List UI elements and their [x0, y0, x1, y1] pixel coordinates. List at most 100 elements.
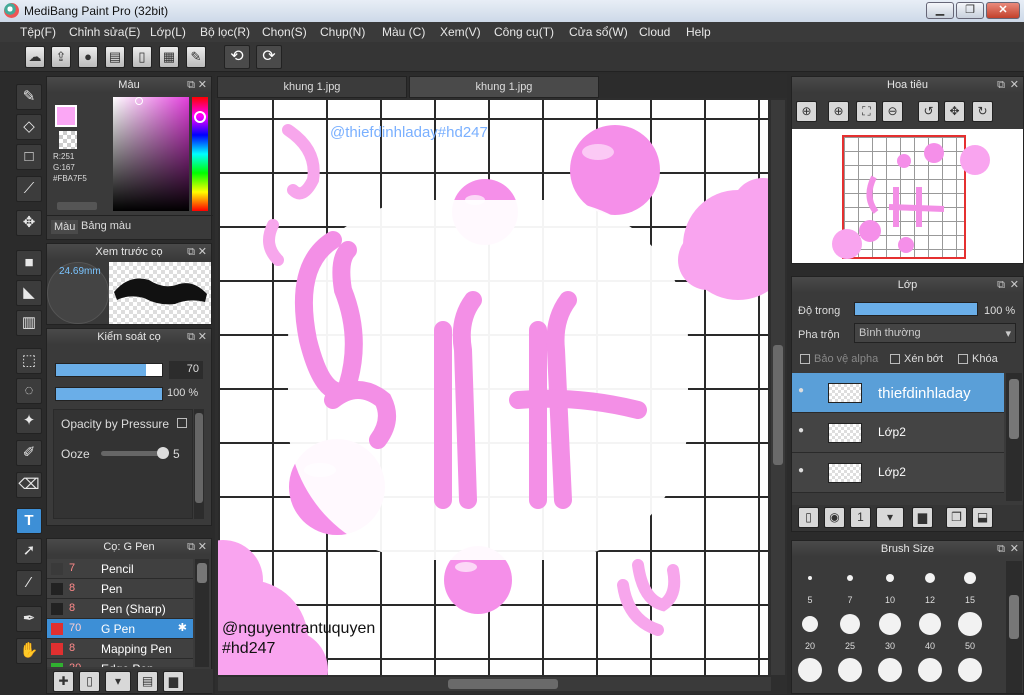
canvas-horizontal-scrollbar[interactable]	[218, 677, 771, 691]
brush-tool-icon[interactable]: ✎	[16, 84, 42, 110]
brush-menu-icon[interactable]: ▾	[105, 671, 131, 692]
brush-size-option[interactable]	[878, 658, 902, 682]
eraser-tool-icon[interactable]: ◇	[16, 114, 42, 140]
comment-icon[interactable]: ●	[78, 46, 98, 68]
pen-tool-icon[interactable]: ⟋	[16, 176, 42, 202]
brush-item[interactable]: 8 Mapping Pen	[47, 639, 193, 659]
lasso-icon[interactable]: ◌	[16, 378, 42, 404]
close-button[interactable]: ✕	[986, 2, 1020, 19]
undock-icon[interactable]: ⧉	[187, 539, 195, 555]
undock-icon[interactable]: ⧉	[187, 329, 195, 345]
brush-item[interactable]: 8 Pen	[47, 579, 193, 599]
close-icon[interactable]: ✕	[1010, 541, 1019, 557]
brush-size-option[interactable]	[964, 572, 976, 584]
merge-layer-icon[interactable]: ⬓	[972, 507, 993, 528]
foreground-color-swatch[interactable]	[55, 105, 77, 127]
brush-size-option[interactable]	[879, 613, 901, 635]
tab-khung-1-active[interactable]: khung 1.jpg	[409, 76, 599, 98]
menu-color[interactable]: Màu (C)	[382, 25, 425, 39]
fit-icon[interactable]: ⛶	[856, 101, 877, 122]
brush-size-option[interactable]	[958, 658, 982, 682]
brush-size-option[interactable]	[808, 576, 812, 580]
message-icon[interactable]: ▤	[105, 46, 125, 68]
new-layer-icon[interactable]: ▯	[798, 507, 819, 528]
menu-tools[interactable]: Công cụ(T)	[494, 25, 554, 39]
zoom-in-alt-icon[interactable]: ⊕	[828, 101, 849, 122]
dot-tool-icon[interactable]: □	[16, 144, 42, 170]
add-brush-icon[interactable]: ✚	[53, 671, 74, 692]
close-icon[interactable]: ✕	[1010, 277, 1019, 293]
menu-filter[interactable]: Bộ lọc(R)	[200, 25, 250, 39]
folder-icon[interactable]: ▆	[912, 507, 933, 528]
layer-row[interactable]: ● thiefdinhladay	[792, 373, 1004, 413]
new-color-layer-icon[interactable]: ◉	[824, 507, 845, 528]
new-halftone-layer-icon[interactable]: 1	[850, 507, 871, 528]
menu-capture[interactable]: Chụp(N)	[320, 25, 365, 39]
brush-item[interactable]: 70 G Pen ✱	[47, 619, 193, 639]
maximize-button[interactable]: ❐	[956, 2, 984, 19]
brush-size-option[interactable]	[919, 613, 941, 635]
undock-icon[interactable]: ⧉	[997, 277, 1005, 293]
reset-icon[interactable]: ✥	[944, 101, 965, 122]
ooze-slider[interactable]	[101, 447, 169, 459]
undock-icon[interactable]: ⧉	[187, 77, 195, 93]
menu-select[interactable]: Chọn(S)	[262, 25, 307, 39]
dropper-icon[interactable]: ✒	[16, 606, 42, 632]
fill-rect-tool-icon[interactable]: ■	[16, 250, 42, 276]
transparent-swatch[interactable]	[59, 131, 77, 149]
drawing-canvas[interactable]: @thiefdinhladay#hd247 @nguyentrantuquyen…	[218, 100, 768, 675]
opacity-slider[interactable]	[55, 387, 163, 401]
menu-cloud[interactable]: Cloud	[639, 25, 670, 39]
brush-size-option[interactable]	[847, 575, 853, 581]
layer-menu-icon[interactable]: ▾	[876, 507, 904, 528]
brush-size-option[interactable]	[802, 616, 818, 632]
protect-alpha-checkbox[interactable]	[800, 354, 810, 365]
close-icon[interactable]: ✕	[198, 329, 207, 345]
select-pen-icon[interactable]: ✐	[16, 440, 42, 466]
edit-icon[interactable]: ✎	[186, 46, 206, 68]
menu-view[interactable]: Xem(V)	[440, 25, 481, 39]
duplicate-layer-icon[interactable]: ❐	[946, 507, 967, 528]
close-icon[interactable]: ✕	[1010, 77, 1019, 93]
cloud-icon[interactable]: ☁	[25, 46, 45, 68]
rotate-right-icon[interactable]: ↻	[972, 101, 993, 122]
rotate-left-icon[interactable]: ↺	[918, 101, 939, 122]
hue-slider[interactable]	[192, 97, 208, 211]
brush-item[interactable]: 8 Pen (Sharp)	[47, 599, 193, 619]
redo-button[interactable]: ⟳	[256, 45, 282, 69]
page-icon[interactable]: ▯	[132, 46, 152, 68]
opacity-pressure-checkbox[interactable]	[177, 418, 187, 428]
tab-palette[interactable]: Bảng màu	[81, 220, 131, 232]
zoom-in-icon[interactable]: ⊕	[796, 101, 817, 122]
undo-button[interactable]: ⟲	[224, 45, 250, 69]
brush-size-option[interactable]	[840, 614, 860, 634]
brush-size-option[interactable]	[925, 573, 935, 583]
visibility-icon[interactable]: ●	[798, 465, 804, 476]
select-rect-icon[interactable]: ⬚	[16, 348, 42, 374]
folder-icon[interactable]: ▆	[163, 671, 184, 692]
undock-icon[interactable]: ⧉	[997, 541, 1005, 557]
saturation-picker[interactable]	[113, 97, 189, 211]
tab-khung-1[interactable]: khung 1.jpg	[217, 76, 407, 98]
text-tool-icon[interactable]: T	[16, 508, 42, 534]
layer-row[interactable]: ● Lớp2	[792, 453, 1004, 493]
brush-size-option[interactable]	[958, 612, 982, 636]
visibility-icon[interactable]: ●	[798, 425, 804, 436]
brush-size-option[interactable]	[918, 658, 942, 682]
navigator-preview[interactable]	[792, 129, 1023, 263]
brush-size-option[interactable]	[838, 658, 862, 682]
undock-icon[interactable]: ⧉	[997, 77, 1005, 93]
hand-tool-icon[interactable]: ✋	[16, 638, 42, 664]
eyedropper-icon[interactable]: ⁄	[16, 570, 42, 596]
menu-layer[interactable]: Lớp(L)	[150, 25, 186, 39]
layer-row[interactable]: ● Lớp2	[792, 413, 1004, 453]
tab-color[interactable]: Màu	[51, 220, 79, 234]
close-icon[interactable]: ✕	[198, 244, 207, 260]
lock-checkbox[interactable]	[958, 354, 968, 365]
layer-opacity-slider[interactable]	[854, 302, 978, 316]
swatch-toggle[interactable]	[57, 202, 97, 210]
size-value[interactable]: 70	[169, 361, 203, 379]
menu-file[interactable]: Tệp(F)	[20, 25, 56, 39]
menu-edit[interactable]: Chỉnh sửa(E)	[69, 25, 140, 39]
menu-window[interactable]: Cửa sổ(W)	[569, 25, 628, 39]
